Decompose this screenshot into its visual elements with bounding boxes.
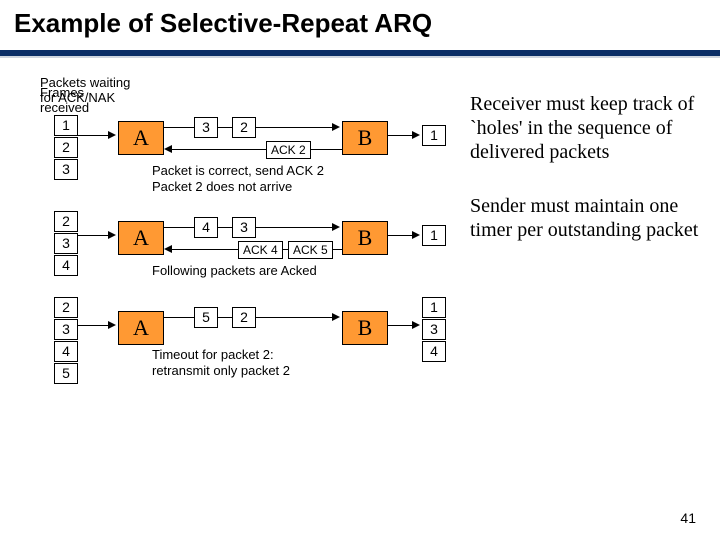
arrowhead [412, 321, 420, 329]
arrowhead [108, 231, 116, 239]
queue-a-item: 3 [54, 159, 78, 180]
arrow [388, 135, 414, 136]
arrowhead [332, 313, 340, 321]
page-number: 41 [680, 510, 696, 526]
in-transit-item: 3 [232, 217, 256, 238]
queue-a-item: 4 [54, 255, 78, 276]
queue-a-item: 2 [54, 297, 78, 318]
arrowhead [332, 223, 340, 231]
frames-received-label: Frames received [40, 85, 89, 115]
queue-a-item: 5 [54, 363, 78, 384]
arrowhead [108, 321, 116, 329]
queue-a-item: 2 [54, 137, 78, 158]
slide-title: Example of Selective-Repeat ARQ [14, 8, 432, 39]
queue-b-item: 1 [422, 225, 446, 246]
slide: Example of Selective-Repeat ARQ Packets … [0, 0, 720, 540]
queue-a-item: 1 [54, 115, 78, 136]
title-underline-shadow [0, 56, 720, 58]
queue-a-item: 3 [54, 319, 78, 340]
queue-a-item: 4 [54, 341, 78, 362]
node-b: B [342, 121, 388, 155]
node-b: B [342, 221, 388, 255]
note-receiver: Receiver must keep track of `holes' in t… [470, 92, 700, 164]
in-transit-item: 3 [194, 117, 218, 138]
in-transit-item: 4 [194, 217, 218, 238]
node-a: A [118, 221, 164, 255]
arrowhead [164, 145, 172, 153]
row2-caption: Following packets are Acked [152, 263, 317, 278]
queue-b-item: 1 [422, 297, 446, 318]
row3-caption2: retransmit only packet 2 [152, 363, 290, 378]
queue-b-item: 4 [422, 341, 446, 362]
arrowhead [412, 131, 420, 139]
row1-caption1: Packet is correct, send ACK 2 [152, 163, 324, 178]
queue-b-item: 1 [422, 125, 446, 146]
arrow [172, 149, 342, 150]
node-a: A [118, 121, 164, 155]
node-a: A [118, 311, 164, 345]
queue-a-item: 2 [54, 211, 78, 232]
arrowhead [108, 131, 116, 139]
in-transit-item: 2 [232, 117, 256, 138]
arrowhead [332, 123, 340, 131]
arrow [388, 325, 414, 326]
arrowhead [164, 245, 172, 253]
in-transit-item: 2 [232, 307, 256, 328]
notes-block: Receiver must keep track of `holes' in t… [470, 92, 700, 272]
queue-b-item: 3 [422, 319, 446, 340]
node-b: B [342, 311, 388, 345]
note-sender: Sender must maintain one timer per outst… [470, 194, 700, 242]
ack-label: ACK 4 [238, 241, 283, 259]
in-transit-item: 5 [194, 307, 218, 328]
arrow [388, 235, 414, 236]
arq-diagram: Packets waiting for ACK/NAK Frames recei… [40, 75, 455, 485]
ack-label: ACK 2 [266, 141, 311, 159]
ack-label: ACK 5 [288, 241, 333, 259]
arrow [78, 325, 110, 326]
row1-caption2: Packet 2 does not arrive [152, 179, 292, 194]
arrow [78, 135, 110, 136]
arrowhead [412, 231, 420, 239]
row3-caption1: Timeout for packet 2: [152, 347, 274, 362]
queue-a-item: 3 [54, 233, 78, 254]
arrow [78, 235, 110, 236]
